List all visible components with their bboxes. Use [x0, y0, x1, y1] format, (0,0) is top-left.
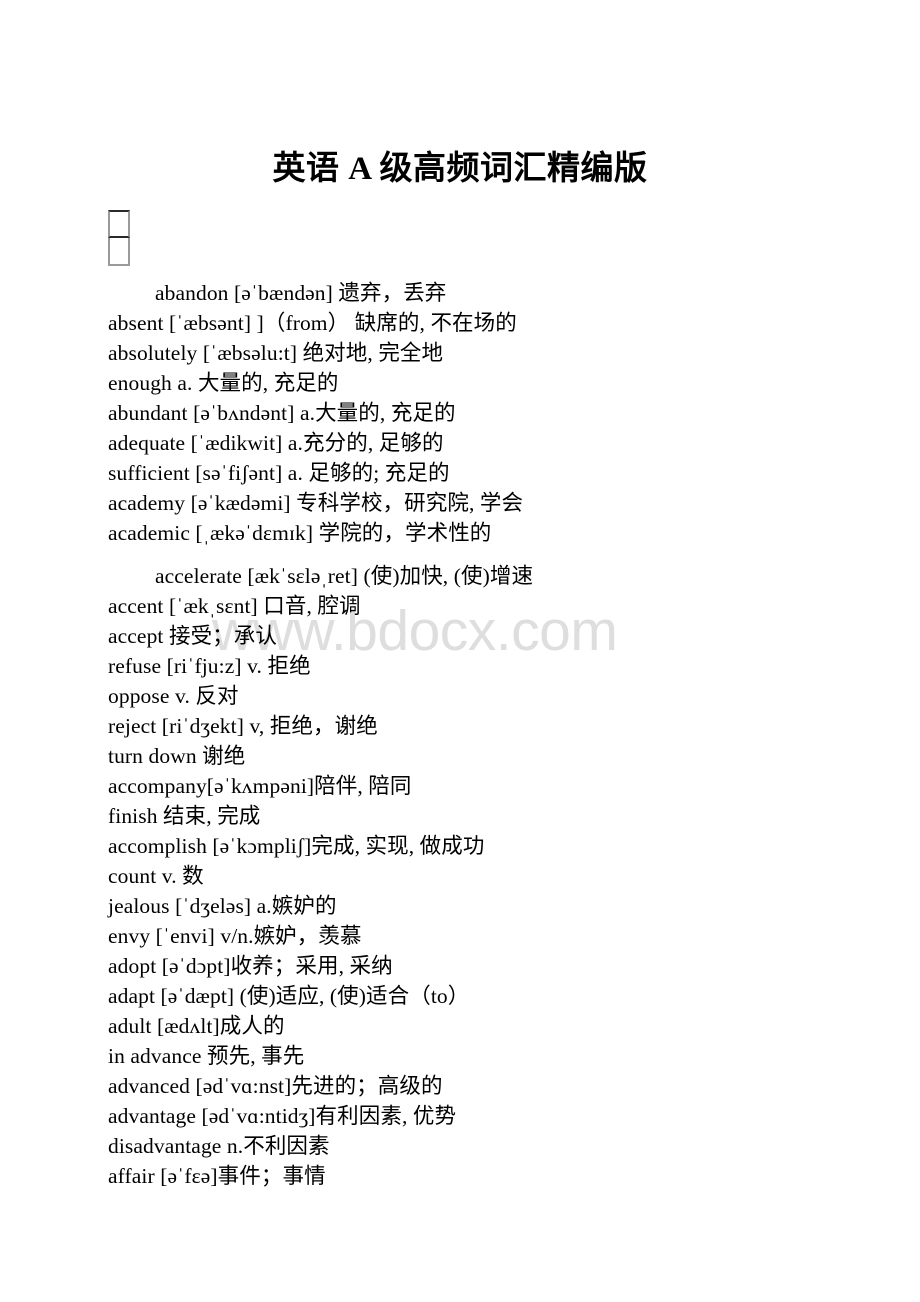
vocabulary-line: finish 结束, 完成	[108, 804, 261, 828]
vocabulary-line: abundant [əˈbʌndənt] a.大量的, 充足的	[108, 401, 456, 425]
vocabulary-line: adopt [əˈdɔpt]收养；采用, 采纳	[108, 954, 393, 978]
vocabulary-line: count v. 数	[108, 864, 204, 888]
vocabulary-line: advanced [ədˈvɑ:nst]先进的；高级的	[108, 1074, 443, 1098]
missing-glyph-box-upper	[108, 210, 130, 238]
vocabulary-line: disadvantage n.不利因素	[108, 1134, 330, 1158]
vocabulary-line: in advance 预先, 事先	[108, 1044, 305, 1068]
vocabulary-line: accomplish [əˈkɔmpliʃ]完成, 实现, 做成功	[108, 834, 485, 858]
vocabulary-line: accelerate [ækˈsɛləˌret] (使)加快, (使)增速	[155, 564, 534, 588]
vocabulary-line: absent [ˈæbsənt] ]（from） 缺席的, 不在场的	[108, 311, 517, 335]
vocabulary-line: sufficient [səˈfiʃənt] a. 足够的; 充足的	[108, 461, 450, 485]
vocabulary-line: accept 接受；承认	[108, 624, 277, 648]
vocabulary-line: accompany[əˈkʌmpəni]陪伴, 陪同	[108, 774, 412, 798]
vocabulary-line: envy [ˈenvi] v/n.嫉妒，羡慕	[108, 924, 362, 948]
vocabulary-line: accent [ˈækˌsɛnt] 口音, 腔调	[108, 594, 361, 618]
document-page: www.bdocx.com 英语 A 级高频词汇精编版 abandon [əˈb…	[0, 0, 920, 1302]
page-title: 英语 A 级高频词汇精编版	[272, 151, 648, 188]
vocabulary-line: adequate [ˈædikwit] a.充分的, 足够的	[108, 431, 444, 455]
vocabulary-line: absolutely [ˈæbsəlu:t] 绝对地, 完全地	[108, 341, 444, 365]
vocabulary-line: adult [ædʌlt]成人的	[108, 1014, 285, 1038]
vocabulary-line: academy [əˈkædəmi] 专科学校，研究院, 学会	[108, 491, 524, 515]
vocabulary-line: reject [riˈdʒekt] v, 拒绝，谢绝	[108, 714, 378, 738]
vocabulary-paragraph-1: abandon [əˈbændən] 遗弃，丢弃 absent [ˈæbsənt]…	[108, 278, 908, 548]
vocabulary-line: academic [ˌækəˈdɛmɪk] 学院的，学术性的	[108, 521, 492, 545]
vocabulary-line: affair [əˈfɛə]事件；事情	[108, 1164, 326, 1188]
missing-glyph-box-lower	[108, 238, 130, 266]
vocabulary-line: refuse [riˈfju:z] v. 拒绝	[108, 654, 311, 678]
missing-glyph-box	[108, 210, 130, 266]
vocabulary-line: advantage [ədˈvɑ:ntidʒ]有利因素, 优势	[108, 1104, 457, 1128]
vocabulary-line: jealous [ˈdʒeləs] a.嫉妒的	[108, 894, 337, 918]
vocabulary-line: enough a. 大量的, 充足的	[108, 371, 339, 395]
vocabulary-line: turn down 谢绝	[108, 744, 246, 768]
vocabulary-paragraph-2: accelerate [ækˈsɛləˌret] (使)加快, (使)增速 acc…	[108, 561, 908, 1191]
vocabulary-line: oppose v. 反对	[108, 684, 239, 708]
vocabulary-line: adapt [əˈdæpt] (使)适应, (使)适合（to）	[108, 984, 470, 1008]
vocabulary-line: abandon [əˈbændən] 遗弃，丢弃	[155, 281, 447, 305]
